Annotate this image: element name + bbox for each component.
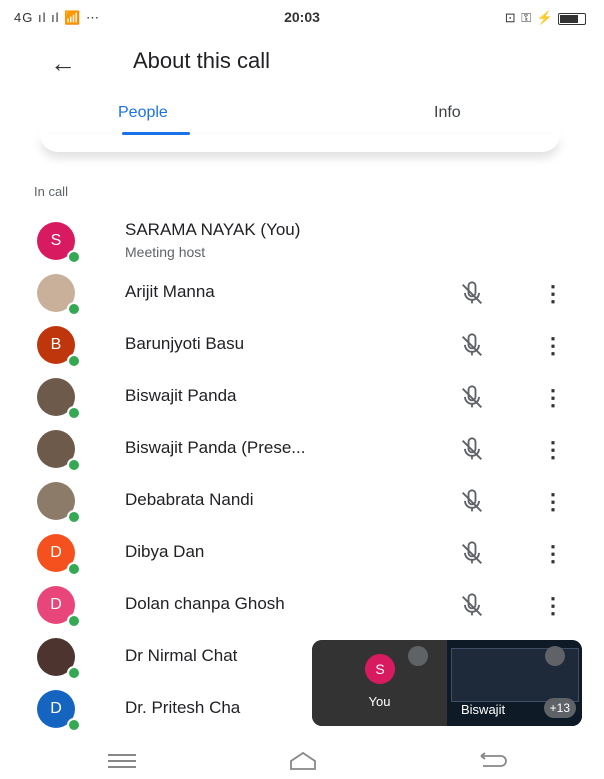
participant-name: Dibya Dan: [125, 542, 205, 561]
status-bar: 4G ıl ıl 📶 ⋯ 20:03 ⊡ ⚿ ⚡: [0, 0, 604, 34]
pip-other-label: Biswajit: [461, 702, 506, 717]
online-status-dot: [67, 510, 81, 524]
page-title: About this call: [133, 48, 270, 73]
more-options-icon[interactable]: ⋮: [541, 384, 565, 412]
tab-people[interactable]: People: [118, 104, 168, 122]
avatar-initial: S: [50, 232, 62, 249]
back-arrow-icon[interactable]: ←: [50, 48, 76, 79]
participant-role: Meeting host: [125, 244, 206, 260]
participant-row[interactable]: Arijit Manna ⋮: [0, 270, 604, 322]
online-status-dot: [67, 458, 81, 472]
status-right-text: ⊡ ⚿ ⚡: [504, 10, 554, 25]
online-status-dot: [67, 302, 81, 316]
mic-off-icon[interactable]: [458, 384, 486, 412]
tab-bar-shadow: [40, 134, 560, 152]
online-status-dot: [67, 354, 81, 368]
online-status-dot: [67, 614, 81, 628]
online-status-dot: [67, 718, 81, 732]
participant-name: Dolan chanpa Ghosh: [125, 594, 285, 613]
pip-participant-count-badge: +13: [543, 698, 576, 718]
more-options-icon[interactable]: ⋮: [541, 332, 565, 360]
pip-self-label: You: [368, 694, 391, 709]
pip-self-tile[interactable]: S You: [312, 640, 447, 726]
mic-off-icon[interactable]: [458, 540, 486, 568]
pip-self-initial: S: [375, 661, 385, 677]
mic-off-icon[interactable]: [458, 592, 486, 620]
pip-other-tile[interactable]: Biswajit +13: [447, 640, 582, 726]
pip-other-mic-off-icon: [545, 646, 565, 666]
home-icon[interactable]: [288, 750, 318, 772]
mic-off-icon[interactable]: [458, 280, 486, 308]
participant-name: SARAMA NAYAK (You): [125, 220, 301, 239]
online-status-dot: [67, 250, 81, 264]
battery-icon: [558, 12, 586, 25]
more-options-icon[interactable]: ⋮: [541, 540, 565, 568]
avatar-initial: B: [50, 336, 62, 353]
avatar-initial: D: [50, 596, 62, 613]
participant-name: Dr Nirmal Chat: [125, 646, 238, 665]
back-nav-icon[interactable]: [477, 752, 507, 770]
system-navigation-bar: [0, 742, 604, 779]
participant-row[interactable]: Debabrata Nandi ⋮: [0, 478, 604, 530]
section-label-in-call: In call: [34, 184, 68, 199]
participant-row[interactable]: Biswajit Panda ⋮: [0, 374, 604, 426]
avatar-initial: D: [50, 700, 62, 717]
tab-bar: People Info: [0, 94, 604, 134]
pip-self-mic-off-icon: [408, 646, 428, 666]
mic-off-icon[interactable]: [458, 488, 486, 516]
participant-name: Dr. Pritesh Cha: [125, 698, 241, 717]
participant-name: Biswajit Panda (Prese...: [125, 438, 306, 457]
more-options-icon[interactable]: ⋮: [541, 280, 565, 308]
menu-icon[interactable]: [108, 754, 136, 768]
avatar-initial: D: [50, 544, 62, 561]
more-options-icon[interactable]: ⋮: [541, 436, 565, 464]
participant-name: Biswajit Panda: [125, 386, 237, 405]
pip-window[interactable]: S You Biswajit +13: [312, 640, 582, 726]
participant-name: Debabrata Nandi: [125, 490, 254, 509]
pip-self-avatar: S: [365, 654, 395, 684]
online-status-dot: [67, 562, 81, 576]
app-header: ← About this call: [0, 34, 604, 94]
participant-row[interactable]: S SARAMA NAYAK (You) Meeting host: [0, 218, 604, 270]
tab-info[interactable]: Info: [434, 104, 461, 122]
participant-name: Barunjyoti Basu: [125, 334, 245, 353]
participant-row[interactable]: Biswajit Panda (Prese... ⋮: [0, 426, 604, 478]
mic-off-icon[interactable]: [458, 332, 486, 360]
online-status-dot: [67, 666, 81, 680]
online-status-dot: [67, 406, 81, 420]
more-options-icon[interactable]: ⋮: [541, 592, 565, 620]
participant-name: Arijit Manna: [125, 282, 215, 301]
more-options-icon[interactable]: ⋮: [541, 488, 565, 516]
participant-row[interactable]: B Barunjyoti Basu ⋮: [0, 322, 604, 374]
participant-row[interactable]: D Dibya Dan ⋮: [0, 530, 604, 582]
participant-row[interactable]: D Dolan chanpa Ghosh ⋮: [0, 582, 604, 634]
status-icons: ⊡ ⚿ ⚡: [505, 10, 586, 26]
mic-off-icon[interactable]: [458, 436, 486, 464]
